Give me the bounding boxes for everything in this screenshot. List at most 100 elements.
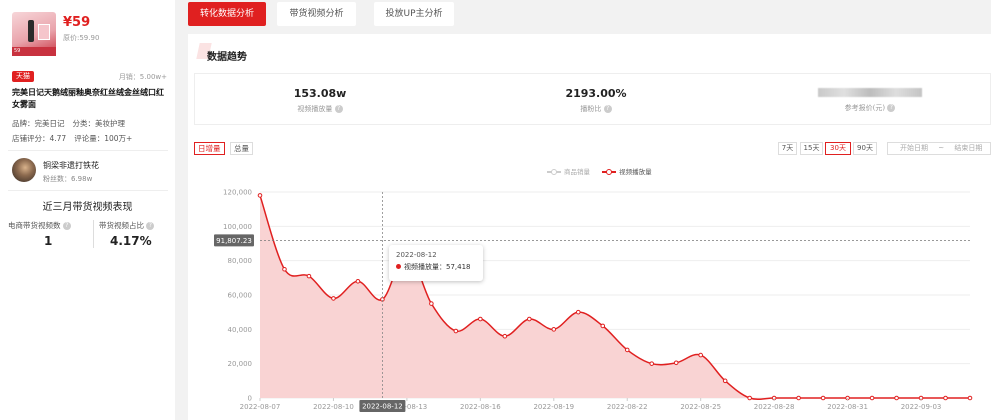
chart-legend: 商品销量 视频播放量 (547, 166, 662, 176)
tooltip-value: 57,418 (446, 263, 471, 271)
product-sidebar: 59 ¥59 原价:59.90 天猫 月销：5.00w+ 完美日记天鹅绒丽釉奥奈… (0, 0, 175, 420)
date-start-input[interactable]: 开始日期 (900, 144, 928, 152)
stat-views-value: 153.08w (293, 87, 347, 100)
ecom-videos-value: 1 (44, 234, 53, 248)
ecom-videos-metric: 电商带货视频数 ? (8, 220, 71, 231)
range-7d-button[interactable]: 7天 (778, 142, 797, 155)
data-point (527, 316, 532, 322)
y-tick-label: 0 (248, 395, 252, 403)
x-tick-label: 2022-08-16 (460, 403, 501, 411)
y-tick-label: 60,000 (228, 292, 253, 300)
product-category: 分类：美妆护理 (72, 119, 126, 128)
date-range-picker[interactable]: 开始日期 ~ 结束日期 (887, 142, 991, 155)
product-brand: 品牌：完美日记 (12, 119, 65, 128)
tab-video-analysis[interactable]: 带货视频分析 (277, 2, 356, 26)
divider (8, 150, 168, 151)
x-tick-label: 2022-09-03 (901, 403, 942, 411)
package-shape (38, 24, 50, 40)
monthly-sales: 月销：5.00w+ (118, 73, 167, 81)
data-point (575, 309, 581, 315)
x-tick-label: 2022-08-25 (680, 403, 721, 411)
store-rating: 店铺评分：4.77 (12, 134, 67, 143)
crosshair-x-label: 2022-08-12 (362, 403, 403, 411)
data-point (624, 347, 630, 353)
thumbnail-price-bar: 59 (12, 47, 56, 56)
data-point (698, 352, 703, 358)
tooltip-date: 2022-08-12 (396, 251, 437, 259)
data-point (478, 316, 483, 322)
mode-daily-button[interactable]: 日增量 (194, 142, 225, 155)
stat-reference-quote: 参考报价(元) ? (745, 74, 991, 126)
data-point (649, 361, 655, 366)
influencer-name[interactable]: 铜梁非遗打铁花 (43, 160, 99, 171)
product-price: ¥59 (63, 15, 91, 30)
legend-marker-icon (602, 169, 617, 175)
tab-conversion[interactable]: 转化数据分析 (188, 2, 266, 26)
tooltip-dot-icon (396, 264, 401, 269)
data-point (551, 327, 557, 332)
reference-line-label: 91,807.23 (216, 237, 252, 245)
review-count: 评论量：100万+ (74, 134, 133, 143)
help-icon[interactable]: ? (887, 104, 896, 112)
data-point (869, 395, 875, 401)
blurred-quote-value (818, 88, 922, 97)
platform-tag: 天猫 (12, 71, 34, 82)
data-point (429, 301, 434, 306)
range-90d-button[interactable]: 90天 (853, 142, 877, 155)
trend-chart[interactable]: 0 20,000 40,000 60,000 80,000 100,000 120,000 9… (188, 180, 991, 420)
range-30d-button[interactable]: 30天 (825, 142, 851, 155)
tab-up-analysis[interactable]: 投放UP主分析 (374, 2, 454, 26)
data-point (257, 193, 263, 198)
stat-views-label: 视频播放量 (297, 105, 333, 113)
help-icon[interactable]: ? (146, 222, 155, 230)
video-share-value: 4.17% (110, 234, 152, 248)
thumbnail-price-label: 59 (14, 48, 21, 54)
help-icon[interactable]: ? (334, 105, 343, 113)
product-meta-row-1: 品牌：完美日记 分类：美妆护理 (12, 118, 125, 129)
help-icon[interactable]: ? (603, 105, 612, 113)
date-separator: ~ (938, 144, 945, 152)
stat-views: 153.08w 视频播放量 ? (195, 74, 445, 126)
stat-ratio-value: 2193.00% (565, 87, 627, 100)
y-tick-label: 120,000 (223, 189, 252, 197)
influencer-fans: 粉丝数：6.98w (43, 175, 93, 183)
data-point (796, 395, 801, 401)
x-tick-label: 2022-08-10 (313, 403, 354, 411)
data-point (282, 266, 287, 272)
x-tick-label: 2022-08-31 (827, 403, 868, 411)
stat-view-fan-ratio: 2193.00% 播粉比 ? (471, 74, 721, 126)
legend-item-views[interactable]: 视频播放量 (602, 166, 652, 176)
data-point (355, 278, 361, 284)
lipstick-shape (28, 20, 34, 42)
date-end-input[interactable]: 结束日期 (954, 144, 982, 152)
data-point (673, 360, 679, 366)
legend-item-sales[interactable]: 商品销量 (547, 166, 590, 176)
product-meta-row-2: 店铺评分：4.77 评论量：100万+ (12, 133, 132, 144)
tooltip-series: 视频播放量 (404, 263, 439, 271)
y-tick-label: 20,000 (228, 360, 253, 368)
influencer-avatar[interactable] (12, 158, 36, 182)
product-thumbnail[interactable]: 59 (12, 12, 56, 56)
data-point (967, 395, 973, 401)
divider (8, 190, 168, 191)
y-tick-label: 40,000 (228, 326, 253, 334)
data-point (600, 323, 606, 329)
three-month-title: 近三月带货视频表现 (42, 202, 133, 213)
ecom-videos-label: 电商带货视频数 (8, 221, 61, 230)
trend-title: 数据趋势 (207, 52, 247, 63)
mode-total-button[interactable]: 总量 (230, 142, 253, 155)
stats-row: 153.08w 视频播放量 ? 2193.00% 播粉比 ? 参考报价(元) ? (194, 73, 991, 125)
y-tick-label: 100,000 (223, 223, 252, 231)
data-point (943, 395, 948, 401)
x-tick-label: 2022-08-19 (533, 403, 574, 411)
data-point (306, 273, 312, 279)
metric-separator (93, 220, 94, 248)
data-point (747, 395, 752, 401)
product-title[interactable]: 完美日记天鹅绒丽釉奥奈红丝绒金丝绒口红女雾面 (12, 87, 170, 111)
x-tick-label: 2022-08-28 (754, 403, 795, 411)
range-15d-button[interactable]: 15天 (800, 142, 823, 155)
video-share-metric: 带货视频占比 ? (99, 220, 155, 231)
stat-quote-label: 参考报价(元) (844, 104, 886, 112)
help-icon[interactable]: ? (62, 222, 71, 230)
legend-marker-icon (547, 169, 561, 175)
